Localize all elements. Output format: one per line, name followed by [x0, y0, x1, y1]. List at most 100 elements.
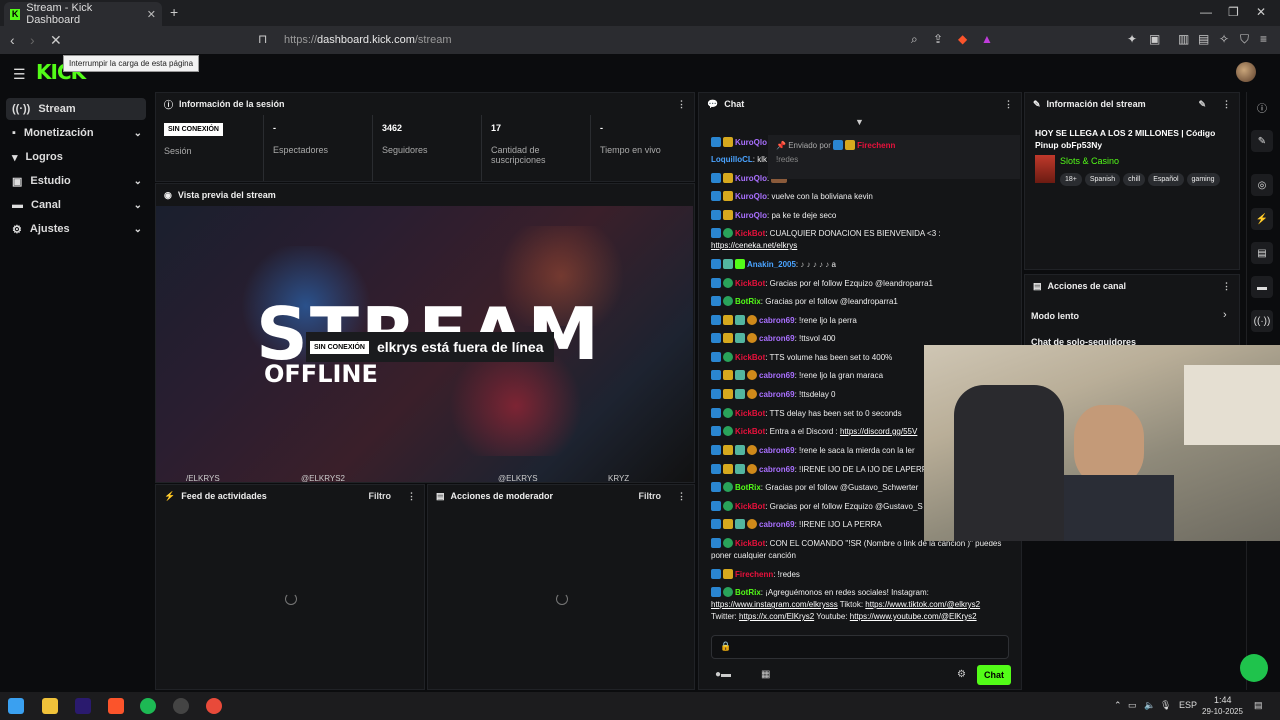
sidebar-item-estudio[interactable]: ▣ Estudio ⌄ [6, 170, 146, 192]
category-link[interactable]: Slots & Casino [1060, 156, 1119, 166]
sidebar-item-ajustes[interactable]: ⚙ Ajustes ⌄ [6, 218, 146, 240]
new-tab-icon[interactable]: + [170, 4, 178, 20]
sidebar-item-stream[interactable]: ((·)) Stream [6, 98, 146, 120]
chat-link[interactable]: https://www.instagram.com/elkrysss [711, 600, 838, 609]
clock-time[interactable]: 1:44 [1214, 695, 1232, 705]
leo-icon[interactable]: ✧ [1219, 32, 1229, 46]
rewards-icon[interactable]: ▲ [981, 32, 993, 46]
brave-shield-icon[interactable]: ◆ [958, 32, 967, 46]
chat-username[interactable]: LoquilloCL [711, 155, 753, 164]
broadcast-icon[interactable]: ((·)) [1251, 310, 1273, 332]
chat-bubble-icon[interactable]: ▬ [1251, 276, 1273, 298]
wallet-icon[interactable]: ▤ [1198, 32, 1209, 46]
file-explorer-icon[interactable] [42, 698, 58, 714]
chat-username[interactable]: KuroQlo [735, 192, 767, 201]
chat-link[interactable]: https://discord.gg/55V [840, 427, 917, 436]
stop-loading-icon[interactable]: ✕ [50, 32, 62, 49]
notifications-icon[interactable]: ▤ [1254, 700, 1263, 711]
chat-username[interactable]: BotRix [735, 588, 761, 597]
chat-link[interactable]: https://ceneka.net/elkrys [711, 241, 797, 250]
stream-preview[interactable]: STREAM OFFLINE SIN CONEXIÓN elkrys está … [156, 206, 693, 482]
chat-username[interactable]: BotRix [735, 297, 761, 306]
minimize-icon[interactable]: — [1200, 5, 1212, 19]
chat-username[interactable]: KickBot [735, 279, 765, 288]
more-icon[interactable]: ⋮ [677, 99, 686, 110]
sidebar-toggle-icon[interactable]: ▥ [1178, 32, 1189, 46]
tray-chevron-icon[interactable]: ⌃ [1114, 700, 1122, 711]
pinned-by-user[interactable]: Firechenn [857, 141, 895, 150]
chat-input[interactable]: 🔒 [711, 635, 1009, 659]
camera-icon[interactable]: ◎ [1251, 174, 1273, 196]
obs-icon[interactable] [173, 698, 189, 714]
chat-username[interactable]: KuroQlo [735, 211, 767, 220]
more-icon[interactable]: ⋮ [407, 491, 416, 502]
sidebar-item-logros[interactable]: ▾ Logros [6, 146, 146, 168]
network-icon[interactable]: ▭ [1128, 700, 1137, 711]
window-close-icon[interactable]: ✕ [1256, 5, 1266, 19]
chat-username[interactable]: KickBot [735, 502, 765, 511]
premiere-icon[interactable] [75, 698, 91, 714]
info-icon[interactable]: ⓘ [1251, 96, 1273, 118]
chat-link[interactable]: https://www.tiktok.com/@elkrys2 [865, 600, 980, 609]
chat-username[interactable]: KickBot [735, 409, 765, 418]
tab-close-icon[interactable]: ✕ [147, 8, 156, 21]
chat-username[interactable]: KickBot [735, 353, 765, 362]
chat-username[interactable]: KickBot [735, 229, 765, 238]
filter-button[interactable]: Filtro [639, 491, 662, 501]
menu-icon[interactable]: ≡ [1260, 32, 1267, 46]
more-icon[interactable]: ⋮ [677, 491, 686, 502]
gift-icon[interactable]: ▦ [761, 669, 770, 680]
chrome-icon[interactable] [206, 698, 222, 714]
edit-icon[interactable]: ✎ [1251, 130, 1273, 152]
chat-username[interactable]: Anakin_2005 [747, 260, 796, 269]
zoom-icon[interactable]: ⌕ [911, 32, 918, 47]
support-button[interactable] [1240, 654, 1268, 682]
sidebar-item-monetizacion[interactable]: ▪ Monetización ⌄ [6, 122, 146, 144]
brave-icon[interactable] [108, 698, 124, 714]
chat-username[interactable]: cabron69 [759, 446, 795, 455]
clock-date[interactable]: 29-10-2025 [1202, 707, 1243, 716]
volume-icon[interactable]: 🔈 [1144, 700, 1155, 711]
back-icon[interactable]: ‹ [10, 32, 15, 48]
more-icon[interactable]: ⋮ [1222, 281, 1231, 292]
bookmark-icon[interactable]: ⊓ [258, 32, 267, 46]
sidebar-item-canal[interactable]: ▬ Canal ⌄ [6, 194, 146, 216]
address-bar[interactable]: https://dashboard.kick.com/stream [284, 29, 904, 51]
chat-username[interactable]: cabron69 [759, 371, 795, 380]
restore-icon[interactable]: ❐ [1228, 5, 1239, 19]
chat-username[interactable]: KickBot [735, 539, 765, 548]
chat-username[interactable]: cabron69 [759, 334, 795, 343]
chat-username[interactable]: cabron69 [759, 520, 795, 529]
extensions-icon[interactable]: ✦ [1127, 32, 1137, 46]
chat-settings-icon[interactable]: ⚙ [957, 669, 966, 680]
slow-mode-item[interactable]: Modo lento [1031, 311, 1079, 321]
chat-username[interactable]: cabron69 [759, 316, 795, 325]
chat-username[interactable]: Firechenn [735, 570, 773, 579]
mic-icon[interactable]: 🎙 [1160, 700, 1171, 711]
vpn-icon[interactable]: ⛉ [1240, 32, 1249, 47]
more-icon[interactable]: ⋮ [1222, 99, 1231, 110]
windows-start-icon[interactable] [8, 698, 24, 714]
spotify-icon[interactable] [140, 698, 156, 714]
pencil-icon[interactable]: ✎ [1198, 99, 1206, 110]
chat-link[interactable]: https://x.com/ElKrys2 [739, 612, 814, 621]
forward-icon[interactable]: › [30, 32, 35, 48]
chat-send-button[interactable]: Chat [977, 665, 1011, 685]
chat-username[interactable]: cabron69 [759, 390, 795, 399]
more-icon[interactable]: ⋮ [1004, 99, 1013, 110]
browser-tab[interactable]: K Stream - Kick Dashboard ✕ [4, 2, 162, 26]
points-icon[interactable]: ●▬ [715, 669, 731, 680]
chat-username[interactable]: KuroQlo [735, 174, 767, 183]
reader-icon[interactable]: ▣ [1149, 32, 1160, 46]
filter-button[interactable]: Filtro [369, 491, 392, 501]
pinned-message[interactable]: 📌 Enviado por Firechenn !redes [768, 135, 1020, 179]
chat-link[interactable]: https://www.youtube.com/@ElKrys2 [850, 612, 977, 621]
avatar[interactable] [1236, 62, 1256, 82]
language-indicator[interactable]: ESP [1179, 700, 1197, 710]
share-icon[interactable]: ⇪ [933, 32, 943, 46]
chat-username[interactable]: KuroQlo [735, 138, 767, 147]
scroll-pin-icon[interactable]: ▼ [855, 117, 864, 127]
chat-username[interactable]: BotRix [735, 483, 761, 492]
clipboard-icon[interactable]: ▤ [1251, 242, 1273, 264]
chat-username[interactable]: cabron69 [759, 465, 795, 474]
